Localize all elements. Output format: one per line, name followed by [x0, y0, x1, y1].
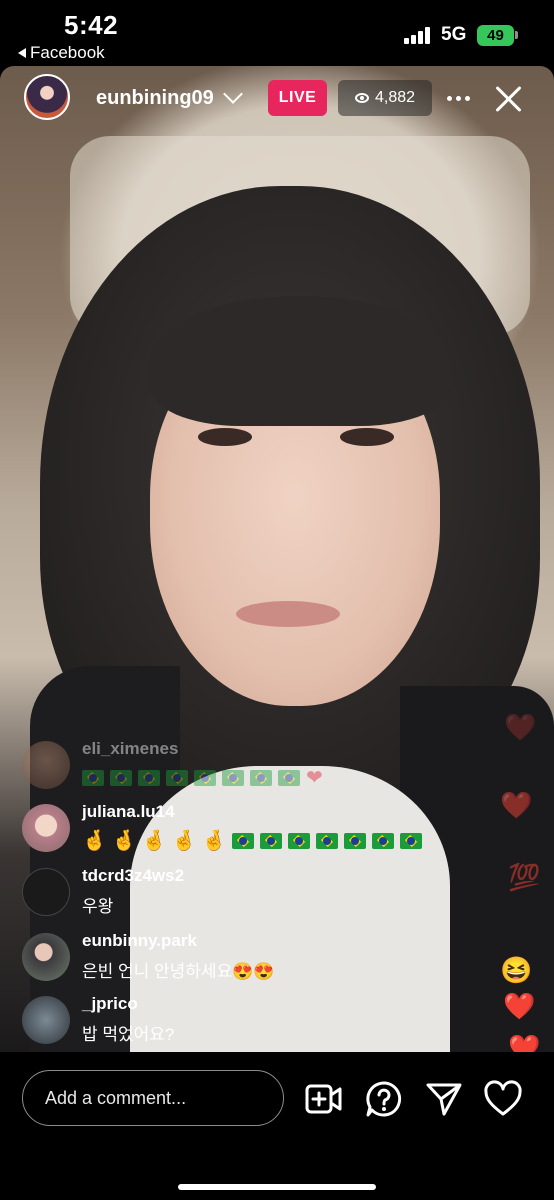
- heart-icon[interactable]: [483, 1080, 523, 1118]
- brazil-flag-icon: [231, 832, 254, 849]
- more-options-icon[interactable]: [447, 90, 473, 106]
- brazil-flag-icon: [371, 832, 394, 849]
- back-app-label: Facebook: [30, 43, 105, 62]
- comment-text: ❤: [82, 765, 323, 790]
- question-icon[interactable]: [364, 1080, 404, 1118]
- comment-item: juliana.lu14 🤞 🤞 🤞 🤞 🤞: [22, 798, 482, 856]
- comment-text: 은빈 언니 안녕하세요😍😍: [82, 962, 275, 981]
- brazil-flag-icon: [287, 832, 310, 849]
- comment-text: 🤞 🤞 🤞 🤞 🤞: [82, 828, 428, 853]
- brazil-flag-icon: [250, 769, 272, 786]
- close-icon[interactable]: [494, 84, 524, 114]
- commenter-avatar[interactable]: [22, 868, 70, 916]
- clock: 5:42: [64, 10, 119, 40]
- brazil-flag-icon: [315, 832, 338, 849]
- comment-username[interactable]: eli_ximenes: [82, 739, 178, 759]
- network-type: 5G: [441, 24, 467, 45]
- brazil-flag-icon: [82, 769, 104, 786]
- comment-text: 우왕: [82, 897, 114, 916]
- viewer-count[interactable]: 4,882: [338, 80, 432, 116]
- hand-emoji-icon: 🤞: [111, 830, 137, 852]
- commenter-avatar[interactable]: [22, 996, 70, 1044]
- live-badge: LIVE: [268, 80, 327, 116]
- viewer-count-value: 4,882: [374, 89, 416, 106]
- hand-emoji-icon: 🤞: [82, 830, 107, 852]
- add-video-icon[interactable]: [303, 1080, 343, 1118]
- brazil-flag-icon: [259, 832, 282, 849]
- cellular-signal-icon: [404, 26, 432, 44]
- heart-reaction: ❤️: [504, 712, 537, 742]
- brazil-flag-icon: [343, 832, 366, 849]
- send-icon[interactable]: [424, 1080, 464, 1118]
- comment-item: tdcrd3z4ws2 우왕: [22, 862, 482, 920]
- streamer-username[interactable]: eunbining09: [96, 87, 216, 110]
- right-eye: [340, 428, 394, 446]
- comment-username[interactable]: juliana.lu14: [82, 802, 175, 822]
- hundred-reaction: 💯: [508, 862, 541, 892]
- commenter-avatar[interactable]: [22, 804, 70, 852]
- comment-item: eunbinny.park 은빈 언니 안녕하세요😍😍: [22, 927, 482, 985]
- brazil-flag-icon: [110, 769, 132, 786]
- hand-emoji-icon: 🤞: [171, 830, 197, 852]
- streamer-bangs: [150, 296, 450, 426]
- status-bar: 5:42 Facebook 5G 49: [0, 0, 554, 66]
- lips: [236, 601, 340, 627]
- commenter-avatar[interactable]: [22, 933, 70, 981]
- battery-level: 49: [487, 27, 504, 44]
- comment-username[interactable]: tdcrd3z4ws2: [82, 866, 184, 886]
- back-arrow-icon: [18, 48, 26, 58]
- back-to-app-link[interactable]: Facebook: [18, 43, 105, 63]
- comment-text: 밥 먹었어요?: [82, 1025, 175, 1044]
- laugh-reaction: 😆: [500, 955, 533, 985]
- streamer-avatar[interactable]: [24, 74, 70, 120]
- brazil-flag-icon: [166, 769, 188, 786]
- brazil-flag-icon: [222, 769, 244, 786]
- heart-reaction: ❤️: [500, 790, 533, 820]
- comment-item: eli_ximenes ❤: [22, 735, 482, 793]
- eye-icon: [354, 93, 369, 103]
- brazil-flag-icon: [278, 769, 300, 786]
- heart-emoji-icon: ❤: [306, 767, 323, 789]
- hand-emoji-icon: 🤞: [141, 830, 167, 852]
- home-indicator[interactable]: [178, 1184, 376, 1190]
- comment-input[interactable]: [22, 1070, 284, 1126]
- brazil-flag-icon: [399, 832, 422, 849]
- comment-item: _jprico 밥 먹었어요?: [22, 990, 482, 1048]
- brazil-flag-icon: [138, 769, 160, 786]
- comment-username[interactable]: _jprico: [82, 994, 138, 1014]
- heart-reaction: ❤️: [503, 991, 536, 1021]
- commenter-avatar[interactable]: [22, 741, 70, 789]
- left-eye: [198, 428, 252, 446]
- battery-icon: 49: [477, 25, 514, 46]
- battery-cap: [515, 31, 518, 39]
- brazil-flag-icon: [194, 769, 216, 786]
- hand-emoji-icon: 🤞: [201, 830, 227, 852]
- comment-username[interactable]: eunbinny.park: [82, 931, 197, 951]
